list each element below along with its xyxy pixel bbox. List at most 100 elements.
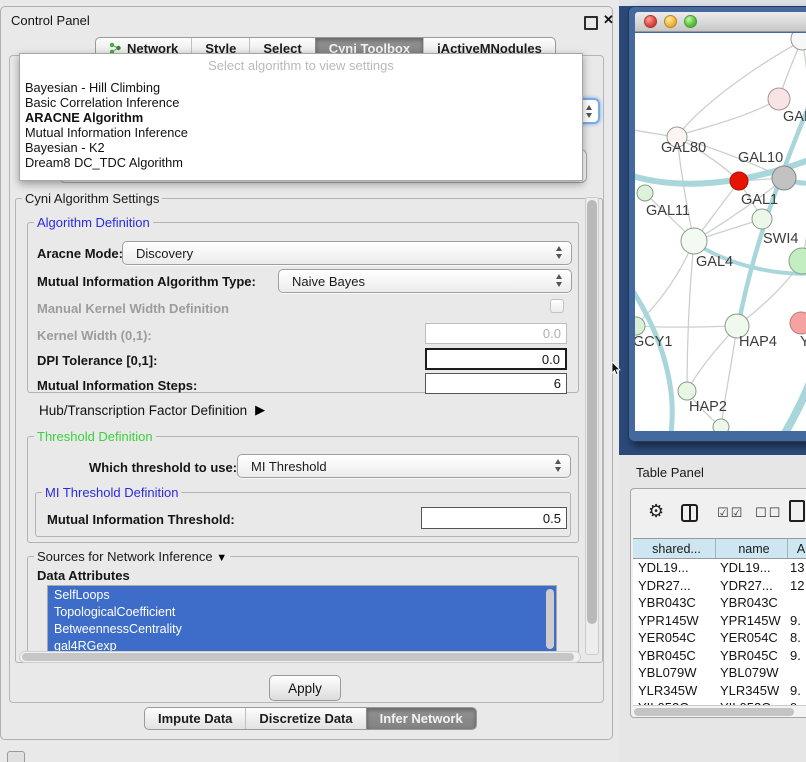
- table-row[interactable]: YBR043C YBR043C: [633, 594, 806, 612]
- node-salmon[interactable]: [790, 312, 806, 334]
- zoom-window-icon[interactable]: [684, 15, 697, 28]
- attribute-item-topologicalcoefficient[interactable]: TopologicalCoefficient: [48, 603, 556, 620]
- aracne-mode-select[interactable]: Discovery: [122, 241, 572, 265]
- combo-stepper-icon: [555, 459, 561, 472]
- apply-button[interactable]: Apply: [269, 675, 341, 701]
- table-body: YDL19... YDL19... 13 YDR27... YDR27... 1…: [633, 559, 806, 705]
- mi-algorithm-type-label: Mutual Information Algorithm Type:: [37, 274, 256, 289]
- table-row[interactable]: YPR145W YPR145W 9.: [633, 612, 806, 630]
- table-horizontal-scrollbar[interactable]: [633, 705, 806, 717]
- deselect-all-checkboxes-icon[interactable]: ☐☐: [755, 506, 782, 521]
- table-row[interactable]: YBR045C YBR045C 9.: [633, 647, 806, 665]
- table-row[interactable]: YLR345W YLR345W 9.: [633, 682, 806, 700]
- cell-value: 9.: [787, 682, 806, 700]
- node-label-gal11: GAL11: [646, 203, 690, 219]
- cell-value: 12: [787, 577, 806, 595]
- node-red-selected[interactable]: [730, 172, 748, 190]
- cell-name: YLR345W: [715, 682, 787, 700]
- table-row[interactable]: YER054C YER054C 8.: [633, 629, 806, 647]
- combo-stepper-icon: [556, 246, 562, 259]
- mi-threshold-field[interactable]: 0.5: [421, 507, 567, 529]
- algorithm-definition-legend: Algorithm Definition: [34, 215, 153, 230]
- cell-shared-name: YDL19...: [633, 559, 715, 577]
- column-header-partial[interactable]: A: [787, 539, 806, 558]
- node-bottom-partial[interactable]: [713, 419, 729, 431]
- network-window-titlebar[interactable]: [635, 12, 806, 32]
- table-panel-region: Table Panel ⚙ ☑☑ ☐☐ shared... name A YDL…: [619, 455, 806, 762]
- hub-transcription-factor-expander[interactable]: Hub/Transcription Factor Definition ▶: [39, 402, 265, 418]
- attribute-item-selfloops[interactable]: SelfLoops: [48, 586, 556, 603]
- table-row[interactable]: YBL079W YBL079W: [633, 664, 806, 682]
- manual-kernel-width-checkbox[interactable]: [550, 299, 564, 313]
- cell-name: YBL079W: [715, 664, 787, 682]
- dropdown-item-basic-correlation[interactable]: Basic Correlation Inference: [25, 95, 179, 110]
- attributes-list-scrollbar[interactable]: [546, 589, 554, 649]
- dropdown-item-bayesian-k2[interactable]: Bayesian - K2: [25, 140, 105, 155]
- tab-infer-network[interactable]: Infer Network: [366, 708, 476, 729]
- dropdown-item-aracne[interactable]: ARACNE Algorithm: [25, 110, 143, 125]
- cell-name: YDL19...: [715, 559, 787, 577]
- close-window-icon[interactable]: [644, 15, 657, 28]
- dropdown-item-bayesian-hill-climbing[interactable]: Bayesian - Hill Climbing: [25, 80, 160, 95]
- tab-impute-data[interactable]: Impute Data: [145, 708, 245, 729]
- cell-name: YPR145W: [715, 612, 787, 630]
- gear-icon[interactable]: ⚙: [648, 501, 664, 522]
- minimize-window-icon[interactable]: [664, 15, 677, 28]
- tab-discretize-data[interactable]: Discretize Data: [245, 708, 365, 729]
- settings-horizontal-scrollbar[interactable]: [19, 651, 581, 663]
- cell-name: YBR045C: [715, 647, 787, 665]
- float-panel-icon[interactable]: [584, 16, 598, 30]
- tab-infer-network-label: Infer Network: [380, 711, 463, 726]
- node-label-gal: GAL: [783, 109, 806, 125]
- which-threshold-select[interactable]: MI Threshold: [237, 454, 571, 478]
- dropdown-item-dream8[interactable]: Dream8 DC_TDC Algorithm: [25, 155, 183, 170]
- dropdown-placeholder: Select algorithm to view settings: [20, 58, 582, 73]
- node-hap2[interactable]: [678, 382, 696, 400]
- node-gal4[interactable]: [681, 228, 707, 254]
- node-gal-pink[interactable]: [768, 88, 790, 110]
- column-header-shared-name[interactable]: shared...: [633, 539, 715, 558]
- kernel-width-label: Kernel Width (0,1):: [37, 328, 152, 343]
- cell-value: [787, 664, 806, 682]
- network-canvas[interactable]: GAL GAL80 GAL10 GAL1 GAL11 SWI4 GAL4 GCY…: [635, 33, 806, 431]
- document-icon-partial[interactable]: [789, 500, 805, 522]
- node-top-partial[interactable]: [791, 33, 806, 50]
- threshold-definition-legend: Threshold Definition: [34, 429, 156, 444]
- cell-value: 13: [787, 559, 806, 577]
- node-label-hap2: HAP2: [689, 399, 727, 415]
- settings-vertical-scrollbar[interactable]: [585, 197, 599, 655]
- collapse-down-icon[interactable]: ▼: [216, 552, 227, 564]
- select-all-checkboxes-icon[interactable]: ☑☑: [717, 506, 744, 521]
- node-gal11[interactable]: [637, 185, 653, 201]
- mi-steps-field[interactable]: 6: [425, 373, 567, 394]
- mi-algorithm-type-select[interactable]: Naive Bayes: [278, 269, 572, 293]
- node-gcy1[interactable]: [635, 317, 645, 335]
- control-panel-title: Control Panel: [11, 13, 90, 28]
- expand-right-icon: ▶: [255, 402, 265, 418]
- dpi-tolerance-label: DPI Tolerance [0,1]:: [37, 353, 157, 368]
- node-green-right[interactable]: [789, 248, 806, 274]
- node-gal1[interactable]: [752, 209, 772, 229]
- kernel-width-field[interactable]: 0.0: [425, 323, 567, 344]
- table-header-row: shared... name A: [633, 538, 806, 559]
- cell-name: YBR043C: [715, 594, 787, 612]
- tab-impute-data-label: Impute Data: [158, 711, 232, 726]
- table-row[interactable]: YDL19... YDL19... 13: [633, 559, 806, 577]
- table-row[interactable]: YDR27... YDR27... 12: [633, 577, 806, 595]
- cell-shared-name: YLR345W: [633, 682, 715, 700]
- close-panel-icon[interactable]: ✕: [603, 12, 614, 28]
- node-gray[interactable]: [772, 166, 796, 190]
- aracne-mode-value: Discovery: [136, 246, 193, 261]
- cell-shared-name: YER054C: [633, 629, 715, 647]
- column-header-name[interactable]: name: [715, 539, 787, 558]
- attribute-item-betweennesscentrality[interactable]: BetweennessCentrality: [48, 620, 556, 637]
- dropdown-item-mutual-information[interactable]: Mutual Information Inference: [25, 125, 188, 140]
- columns-icon[interactable]: [681, 504, 698, 522]
- cell-shared-name: YBR043C: [633, 594, 715, 612]
- node-label-gal4: GAL4: [696, 254, 733, 270]
- cell-value: 9.: [787, 612, 806, 630]
- dpi-tolerance-field[interactable]: 0.0: [425, 348, 567, 370]
- bottom-left-partial-button[interactable]: [7, 751, 25, 762]
- mi-threshold-definition-legend: MI Threshold Definition: [42, 485, 181, 500]
- which-threshold-value: MI Threshold: [251, 459, 327, 474]
